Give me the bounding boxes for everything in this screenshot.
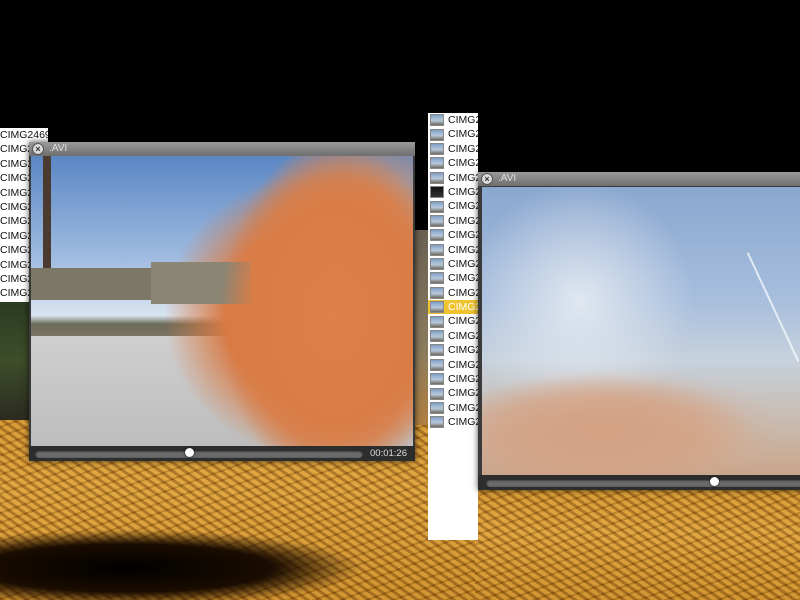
desktop-background-shadow	[0, 520, 420, 600]
file-list-item[interactable]: CIMG2	[428, 415, 478, 429]
video-thumbnail-icon	[430, 315, 444, 328]
file-list-item[interactable]: CIMG2	[428, 257, 478, 271]
stone-wall	[31, 268, 151, 300]
file-list-item[interactable]: CIMG2	[428, 329, 478, 343]
file-name: CIMG2	[448, 373, 478, 386]
close-icon[interactable]: ×	[481, 173, 493, 185]
smoke-cloud	[482, 347, 800, 475]
file-name: CIMG2	[448, 185, 478, 198]
file-name: CIMG2	[448, 315, 478, 328]
wooden-pole	[43, 156, 51, 271]
file-list-item[interactable]: CIMG2	[428, 286, 478, 300]
file-name: CIMG2	[448, 171, 478, 184]
video-thumbnail-icon	[430, 387, 444, 400]
video-thumbnail-icon	[430, 114, 444, 127]
video-thumbnail-icon	[430, 286, 444, 299]
file-list-item[interactable]: CIMG2	[428, 199, 478, 213]
file-name: CIMG2	[448, 387, 478, 400]
video-thumbnail-icon	[430, 272, 444, 285]
orange-smoke-plume	[191, 156, 413, 446]
file-name: CIMG2	[448, 344, 478, 357]
file-name: CIMG2	[448, 416, 478, 429]
file-list-item[interactable]: CIMG2469	[0, 128, 48, 142]
video-frame[interactable]	[31, 156, 413, 446]
file-name: CIMG2	[448, 401, 478, 414]
video-thumbnail-icon	[430, 358, 444, 371]
file-list-item[interactable]: CIMG2	[428, 314, 478, 328]
player-title-bar[interactable]: × .AVI	[29, 142, 415, 156]
file-list-item[interactable]: CIMG2468	[428, 142, 478, 156]
video-thumbnail-icon	[430, 214, 444, 227]
video-thumbnail-icon	[430, 229, 444, 242]
player-title: .AVI	[498, 173, 517, 184]
file-list-item[interactable]: CIMG2466	[428, 113, 478, 127]
player-title: .AVI	[49, 143, 68, 154]
file-list-item[interactable]: CIMG2	[428, 343, 478, 357]
video-thumbnail-icon	[430, 200, 444, 213]
video-player-window-front[interactable]: × .AVI 00:01:26	[29, 142, 415, 461]
player-control-bar: 00:01:26	[29, 446, 415, 461]
file-list-item[interactable]: CIMG2	[428, 372, 478, 386]
file-name: CIMG2	[448, 229, 478, 242]
file-list-item[interactable]: CIMG2	[428, 171, 478, 185]
video-thumbnail-icon	[430, 128, 444, 141]
close-icon[interactable]: ×	[32, 143, 44, 155]
contrail-line	[746, 252, 800, 362]
elapsed-time: 00:01:26	[370, 448, 407, 459]
file-name: CIMG2	[448, 301, 478, 314]
file-name: CIMG2468	[448, 142, 478, 155]
right-file-list: CIMG2466CIMG2467CIMG2468CIMG2469CIMG2CIM…	[428, 113, 478, 540]
file-name: CIMG2	[448, 200, 478, 213]
progress-knob[interactable]	[184, 448, 194, 457]
video-thumbnail-icon	[430, 157, 444, 170]
video-thumbnail-icon	[430, 258, 444, 271]
file-list-item[interactable]: CIMG2	[428, 271, 478, 285]
desktop-background-field-right	[475, 488, 800, 600]
video-thumbnail-icon	[430, 243, 444, 256]
file-name: CIMG2469	[448, 157, 478, 170]
file-name: CIMG2	[448, 329, 478, 342]
file-list-item[interactable]: CIMG2	[428, 358, 478, 372]
file-list-item[interactable]: CIMG2	[428, 214, 478, 228]
file-name: CIMG2	[448, 358, 478, 371]
file-name: CIMG2	[448, 243, 478, 256]
player-title-bar[interactable]: × .AVI	[478, 172, 800, 186]
file-name: CIMG2	[448, 272, 478, 285]
video-thumbnail-icon	[430, 301, 444, 314]
video-thumbnail-icon	[430, 402, 444, 414]
file-list-item[interactable]: CIMG2	[428, 300, 478, 315]
file-list-item[interactable]: CIMG2	[428, 243, 478, 257]
video-thumbnail-icon	[430, 344, 444, 357]
file-list-item[interactable]: CIMG2467	[428, 127, 478, 141]
file-list-item[interactable]: CIMG2	[428, 185, 478, 199]
file-name: CIMG2469	[0, 129, 48, 141]
file-list-item[interactable]: CIMG2	[428, 228, 478, 242]
file-list-item[interactable]: CIMG2	[428, 386, 478, 400]
file-name: CIMG2466	[448, 114, 478, 126]
progress-track[interactable]	[35, 450, 363, 458]
file-name: CIMG2	[448, 257, 478, 270]
video-thumbnail-icon	[430, 373, 444, 386]
file-name: CIMG2	[448, 214, 478, 227]
file-list-item[interactable]: CIMG2469	[428, 156, 478, 170]
file-name: CIMG2467	[448, 128, 478, 141]
desktop-background-hedge	[0, 300, 30, 420]
file-name: CIMG2	[448, 286, 478, 299]
file-list-item[interactable]: CIMG2	[428, 401, 478, 415]
video-frame[interactable]	[482, 187, 800, 475]
video-thumbnail-icon	[430, 171, 444, 184]
player-control-bar	[478, 475, 800, 490]
video-thumbnail-icon	[430, 142, 444, 155]
video-thumbnail-icon	[430, 330, 444, 343]
progress-track[interactable]	[486, 479, 800, 487]
video-thumbnail-icon	[430, 416, 444, 429]
video-thumbnail-icon	[430, 186, 444, 199]
video-player-window-back[interactable]: × .AVI	[478, 172, 800, 490]
